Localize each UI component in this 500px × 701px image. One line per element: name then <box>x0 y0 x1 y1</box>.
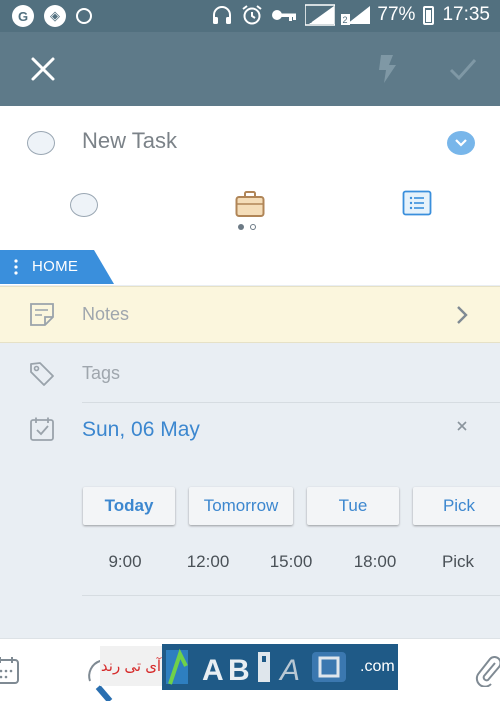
system-icons: 1 2 77% 17:35 <box>211 4 490 26</box>
svg-text:B: B <box>228 654 250 687</box>
close-icon[interactable] <box>30 56 56 82</box>
clear-date-icon[interactable] <box>456 420 468 432</box>
sim1-signal-icon: 1 <box>305 4 336 26</box>
calendar-icon[interactable] <box>0 655 20 685</box>
sim2-signal-icon: 2 <box>341 4 371 26</box>
divider <box>82 595 500 596</box>
quick-date-buttons: Today Tomorrow Tue Pick <box>83 487 500 525</box>
battery-icon <box>423 5 435 25</box>
page-dot-inactive <box>250 224 256 230</box>
list-tag-row: HOME <box>0 238 500 285</box>
chevron-down-icon[interactable] <box>447 131 475 155</box>
shield-notification-icon: ◈ <box>44 5 66 27</box>
headset-icon <box>213 6 232 24</box>
calendar-check-icon <box>30 417 54 441</box>
watermark-suffix: .com <box>360 658 395 675</box>
watermark-logo: A B A .com <box>162 644 398 690</box>
tag-icon <box>30 362 54 386</box>
notes-row[interactable]: Notes <box>0 286 500 343</box>
notification-icons: G ◈ <box>12 5 92 27</box>
check-icon[interactable] <box>448 56 478 82</box>
watermark-persian-text: آی تی رند <box>100 646 162 686</box>
quick-time-options: 9:00 12:00 15:00 18:00 Pick <box>83 552 500 576</box>
due-date-value[interactable]: Sun, 06 May <box>82 418 200 442</box>
task-title-input[interactable]: New Task <box>82 128 177 154</box>
notes-placeholder: Notes <box>82 304 130 324</box>
list-tag-home[interactable]: HOME <box>0 250 114 284</box>
tags-placeholder: Tags <box>82 363 121 383</box>
checklist-icon[interactable] <box>402 190 432 216</box>
app-notification-icon: G <box>12 5 34 27</box>
task-options-tabs <box>0 178 500 239</box>
note-icon <box>30 303 54 326</box>
due-date-row[interactable]: Sun, 06 May <box>0 402 500 462</box>
time-option-15[interactable]: 15:00 <box>270 552 313 572</box>
tuesday-button[interactable]: Tue <box>307 487 399 525</box>
alarm-icon <box>242 5 263 25</box>
circle-icon[interactable] <box>70 193 98 217</box>
pick-date-button[interactable]: Pick <box>413 487 500 525</box>
battery-percent: 77% <box>377 4 416 25</box>
watermark-banner: آی تی رند A B A .com <box>100 644 400 690</box>
circle-notification-icon <box>76 8 92 24</box>
task-row: New Task <box>0 106 500 179</box>
task-complete-checkbox[interactable] <box>27 131 55 155</box>
tomorrow-button[interactable]: Tomorrow <box>189 487 293 525</box>
sim2-label: 2 <box>343 15 348 25</box>
page-dot-active <box>238 224 244 230</box>
key-icon <box>272 10 297 21</box>
bolt-icon[interactable] <box>375 54 399 84</box>
pick-time-button[interactable]: Pick <box>442 552 474 572</box>
time-option-9[interactable]: 9:00 <box>108 552 141 572</box>
chevron-right-icon[interactable] <box>455 305 469 325</box>
attachment-icon[interactable] <box>475 655 500 687</box>
more-vertical-icon[interactable] <box>14 259 18 275</box>
status-bar: G ◈ 1 2 77% 17:35 <box>0 0 500 32</box>
toolbar <box>0 32 500 106</box>
suitcase-icon[interactable] <box>235 190 265 218</box>
list-tag-label: HOME <box>32 258 79 275</box>
sim1-label: 1 <box>307 15 312 25</box>
tags-row[interactable]: Tags <box>0 342 500 402</box>
time-option-12[interactable]: 12:00 <box>187 552 230 572</box>
svg-text:A: A <box>202 654 224 687</box>
today-button[interactable]: Today <box>83 487 175 525</box>
svg-text:A: A <box>278 654 300 687</box>
time-option-18[interactable]: 18:00 <box>354 552 397 572</box>
page-indicator <box>238 224 256 230</box>
clock-time: 17:35 <box>442 4 490 25</box>
